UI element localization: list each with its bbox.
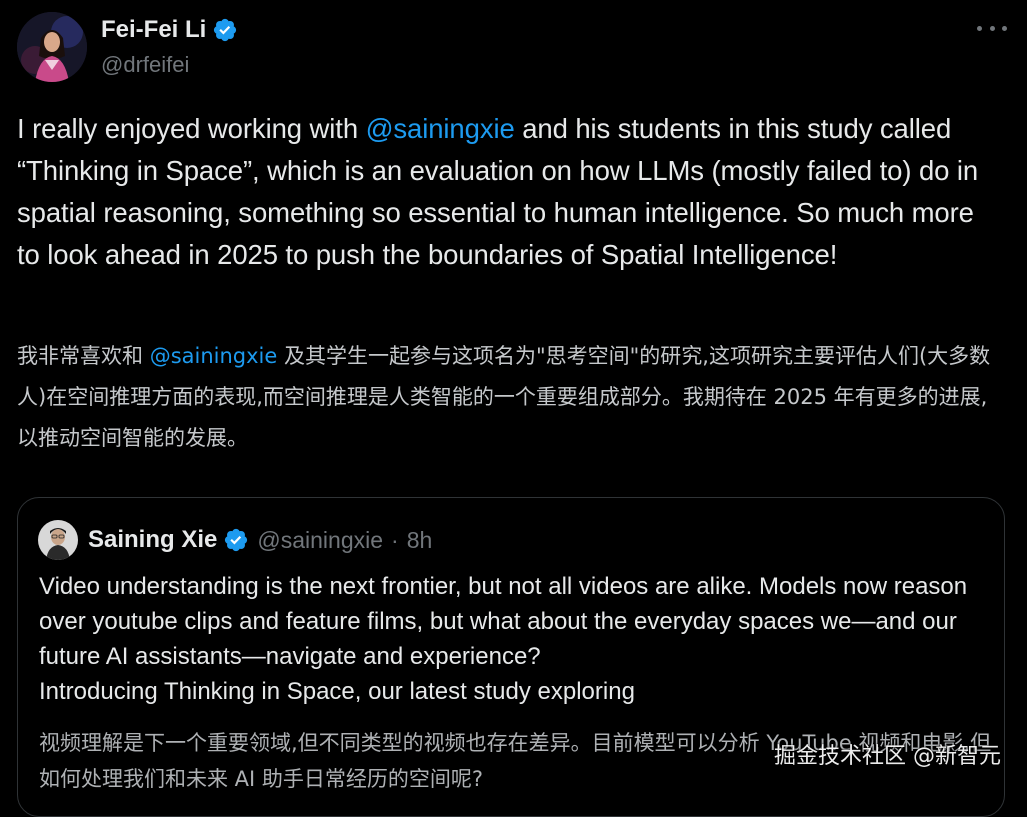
author-name-row[interactable]: Fei-Fei Li bbox=[101, 14, 238, 46]
quoted-author-display-name[interactable]: Saining Xie bbox=[88, 526, 217, 554]
verified-badge-icon bbox=[223, 527, 249, 553]
quoted-author-handle[interactable]: @sainingxie bbox=[257, 527, 383, 554]
tweet[interactable]: Fei-Fei Li @drfeifei I really enjoyed wo… bbox=[0, 0, 1027, 817]
translation-text-part: 我非常喜欢和 bbox=[17, 344, 150, 368]
author-display-name[interactable]: Fei-Fei Li bbox=[101, 16, 206, 44]
author-handle[interactable]: @drfeifei bbox=[101, 52, 189, 78]
verified-badge-icon bbox=[212, 17, 238, 43]
tweet-text-en: I really enjoyed working with @sainingxi… bbox=[17, 108, 1002, 276]
quoted-timestamp[interactable]: 8h bbox=[407, 527, 433, 554]
more-options-icon[interactable] bbox=[977, 18, 1007, 38]
tweet-text-part: I really enjoyed working with bbox=[17, 113, 366, 144]
quoted-avatar[interactable] bbox=[38, 520, 78, 560]
avatar[interactable] bbox=[17, 12, 87, 82]
quoted-text-line: Introducing Thinking in Space, our lates… bbox=[39, 678, 635, 705]
quoted-tweet-text-en: Video understanding is the next frontier… bbox=[39, 569, 994, 709]
tweet-header: Fei-Fei Li @drfeifei bbox=[17, 12, 1007, 82]
meta-separator: · bbox=[391, 526, 399, 553]
tweet-text-translation: 我非常喜欢和 @sainingxie 及其学生一起参与这项名为"思考空间"的研究… bbox=[17, 336, 1007, 459]
quoted-text-line: Video understanding is the next frontier… bbox=[39, 573, 968, 670]
watermark: 掘金技术社区 @新智元 bbox=[774, 744, 1001, 769]
mention-link[interactable]: @sainingxie bbox=[150, 344, 278, 368]
quoted-tweet-header: Saining Xie @sainingxie · 8h bbox=[38, 520, 432, 560]
mention-link[interactable]: @sainingxie bbox=[366, 113, 515, 144]
